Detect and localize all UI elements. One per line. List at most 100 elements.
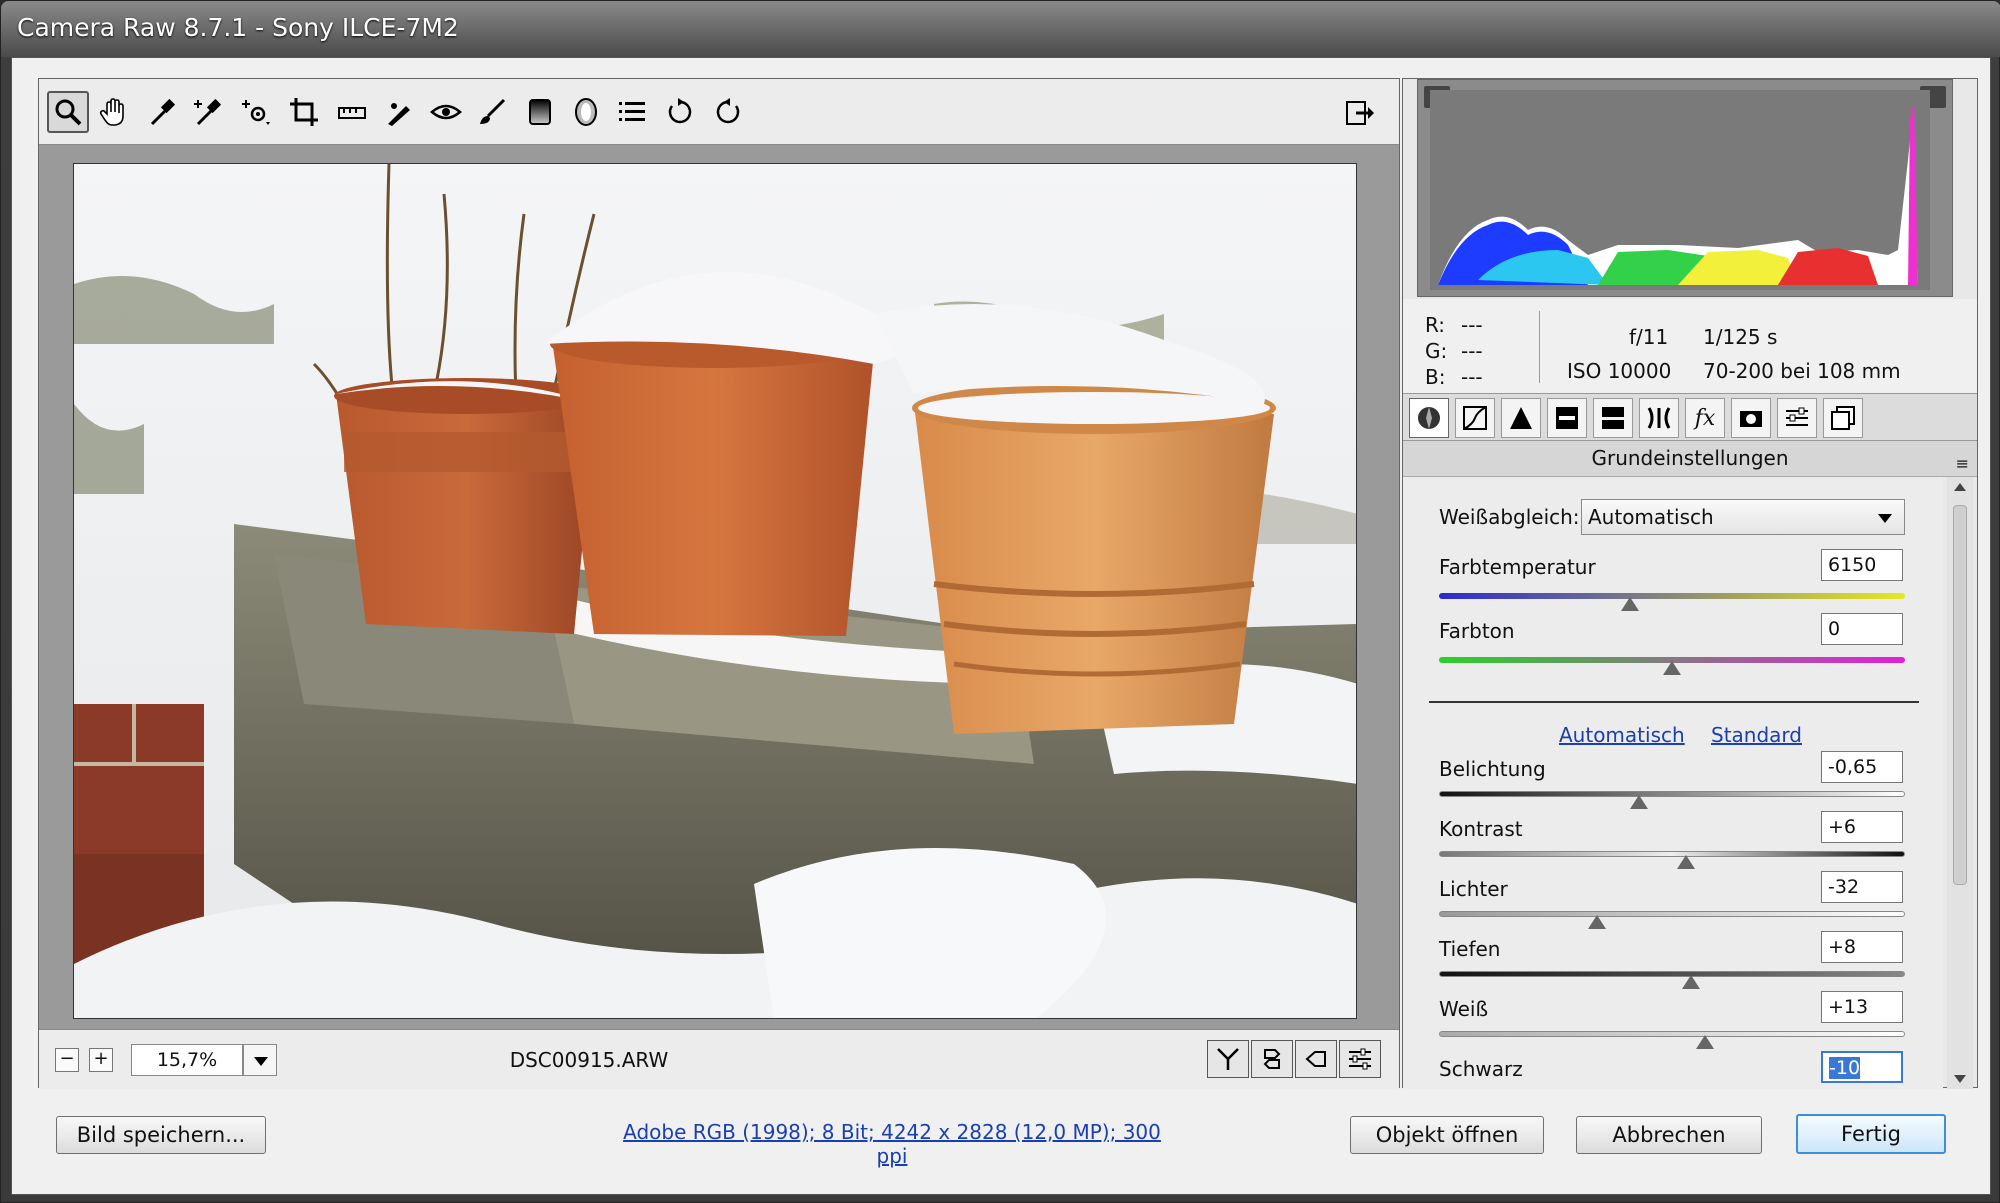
white-balance-icon[interactable] bbox=[141, 91, 183, 133]
tint-value[interactable]: 0 bbox=[1821, 613, 1903, 645]
split-toning-icon[interactable] bbox=[1593, 398, 1633, 438]
highlights-value[interactable]: -32 bbox=[1821, 871, 1903, 903]
blacks-value[interactable]: -10 bbox=[1821, 1051, 1903, 1083]
section-divider bbox=[1429, 701, 1919, 703]
slider-label-tint: Farbton bbox=[1439, 619, 1515, 643]
slider-label-shadows: Tiefen bbox=[1439, 937, 1501, 961]
info-divider bbox=[1539, 311, 1540, 383]
detail-icon[interactable] bbox=[1501, 398, 1541, 438]
panel-scrollbar[interactable] bbox=[1947, 477, 1973, 1089]
g-label: G: bbox=[1425, 339, 1448, 363]
crop-icon[interactable] bbox=[283, 91, 325, 133]
shadows-value-text: +8 bbox=[1828, 936, 1857, 958]
r-value: --- bbox=[1461, 313, 1483, 337]
tone-curve-icon[interactable] bbox=[1455, 398, 1495, 438]
whites-value[interactable]: +13 bbox=[1821, 991, 1903, 1023]
spot-removal-icon[interactable] bbox=[379, 91, 421, 133]
shadows-value[interactable]: +8 bbox=[1821, 931, 1903, 963]
lens-info: 70-200 bei 108 mm bbox=[1703, 359, 1901, 383]
export-icon[interactable] bbox=[1339, 91, 1381, 133]
camera-calibration-icon[interactable] bbox=[1731, 398, 1771, 438]
highlights-thumb[interactable] bbox=[1588, 915, 1607, 929]
shadows-thumb[interactable] bbox=[1681, 975, 1700, 989]
iso: ISO 10000 bbox=[1567, 359, 1672, 383]
scroll-down-icon[interactable] bbox=[1954, 1075, 1966, 1083]
scroll-up-icon[interactable] bbox=[1954, 483, 1966, 491]
straighten-icon[interactable] bbox=[331, 91, 373, 133]
rotate-ccw-icon[interactable] bbox=[659, 91, 701, 133]
aperture: f/11 bbox=[1629, 325, 1669, 349]
snapshots-icon[interactable] bbox=[1823, 398, 1863, 438]
camera-info: R: --- G: --- B: --- f/11 1/125 s ISO 10… bbox=[1403, 299, 1977, 393]
default-link[interactable]: Standard bbox=[1711, 723, 1802, 747]
white-balance-value: Automatisch bbox=[1588, 505, 1714, 529]
chevron-down-icon bbox=[1878, 514, 1892, 523]
exposure-thumb[interactable] bbox=[1630, 795, 1649, 809]
adjustment-brush-icon[interactable] bbox=[471, 91, 513, 133]
rotate-cw-icon[interactable] bbox=[707, 91, 749, 133]
contrast-value[interactable]: +6 bbox=[1821, 811, 1903, 843]
cancel-button[interactable]: Abbrechen bbox=[1576, 1116, 1762, 1154]
scroll-thumb[interactable] bbox=[1953, 505, 1967, 885]
lens-corrections-icon[interactable] bbox=[1639, 398, 1679, 438]
basic-settings: Weißabgleich: Automatisch Farbtemperatur… bbox=[1403, 477, 1943, 1089]
whites-slider[interactable] bbox=[1439, 1031, 1905, 1037]
blacks-value-text: -10 bbox=[1829, 1057, 1861, 1079]
image-preview[interactable] bbox=[73, 163, 1357, 1019]
basic-panel-icon[interactable] bbox=[1409, 398, 1449, 438]
tint-value-text: 0 bbox=[1828, 618, 1841, 640]
histogram-graph bbox=[1430, 90, 1930, 290]
contrast-thumb[interactable] bbox=[1676, 855, 1695, 869]
temperature-thumb[interactable] bbox=[1621, 597, 1640, 611]
auto-link[interactable]: Automatisch bbox=[1559, 723, 1685, 747]
panel-menu-icon[interactable]: ≡ bbox=[1956, 447, 1969, 481]
temperature-value[interactable]: 6150 bbox=[1821, 549, 1903, 581]
whites-thumb[interactable] bbox=[1695, 1035, 1714, 1049]
b-value: --- bbox=[1461, 365, 1483, 389]
camera-raw-window: Camera Raw 8.7.1 - Sony ILCE-7M2 − + 15,… bbox=[0, 0, 2000, 1203]
contrast-slider[interactable] bbox=[1439, 851, 1905, 857]
graduated-filter-icon[interactable] bbox=[519, 91, 561, 133]
shutter-speed: 1/125 s bbox=[1703, 325, 1778, 349]
file-name: DSC00915.ARW bbox=[509, 1048, 669, 1072]
copy-current-icon[interactable] bbox=[1295, 1040, 1337, 1078]
zoom-icon[interactable] bbox=[47, 91, 89, 133]
temperature-slider[interactable] bbox=[1439, 593, 1905, 599]
exposure-value-text: -0,65 bbox=[1828, 756, 1878, 778]
slider-label-temperature: Farbtemperatur bbox=[1439, 555, 1596, 579]
exposure-slider[interactable] bbox=[1439, 791, 1905, 797]
panel-title-text: Grundeinstellungen bbox=[1591, 446, 1789, 470]
panel-tab-bar: fx bbox=[1403, 393, 1977, 441]
preview-pane: − + 15,7% DSC00915.ARW bbox=[38, 78, 1400, 1089]
view-settings-icon[interactable] bbox=[1339, 1040, 1381, 1078]
color-sampler-icon[interactable] bbox=[187, 91, 229, 133]
slider-label-highlights: Lichter bbox=[1439, 877, 1508, 901]
presets-list-icon[interactable] bbox=[611, 91, 653, 133]
highlights-value-text: -32 bbox=[1828, 876, 1860, 898]
panel-title: Grundeinstellungen ≡ bbox=[1403, 441, 1977, 477]
save-image-button[interactable]: Bild speichern... bbox=[56, 1116, 266, 1154]
radial-filter-icon[interactable] bbox=[565, 91, 607, 133]
slider-label-exposure: Belichtung bbox=[1439, 757, 1546, 781]
hsl-icon[interactable] bbox=[1547, 398, 1587, 438]
contrast-value-text: +6 bbox=[1828, 816, 1857, 838]
exposure-value[interactable]: -0,65 bbox=[1821, 751, 1903, 783]
white-balance-select[interactable]: Automatisch bbox=[1581, 499, 1905, 535]
tint-thumb[interactable] bbox=[1663, 661, 1681, 675]
hand-icon[interactable] bbox=[93, 91, 135, 133]
red-eye-icon[interactable] bbox=[425, 91, 467, 133]
swap-before-after-icon[interactable] bbox=[1251, 1040, 1293, 1078]
histogram bbox=[1417, 79, 1953, 297]
presets-icon[interactable] bbox=[1777, 398, 1817, 438]
done-button[interactable]: Fertig bbox=[1796, 1114, 1946, 1154]
before-after-icon[interactable] bbox=[1207, 1040, 1249, 1078]
temperature-value-text: 6150 bbox=[1828, 554, 1877, 576]
window-title: Camera Raw 8.7.1 - Sony ILCE-7M2 bbox=[17, 13, 459, 42]
open-object-button[interactable]: Objekt öffnen bbox=[1350, 1116, 1544, 1154]
shadows-slider[interactable] bbox=[1439, 971, 1905, 977]
targeted-adjustment-icon[interactable] bbox=[235, 91, 277, 133]
effects-icon[interactable]: fx bbox=[1685, 398, 1725, 438]
r-label: R: bbox=[1425, 313, 1446, 337]
workflow-options-link[interactable]: Adobe RGB (1998); 8 Bit; 4242 x 2828 (12… bbox=[612, 1120, 1172, 1168]
highlights-slider[interactable] bbox=[1439, 911, 1905, 917]
